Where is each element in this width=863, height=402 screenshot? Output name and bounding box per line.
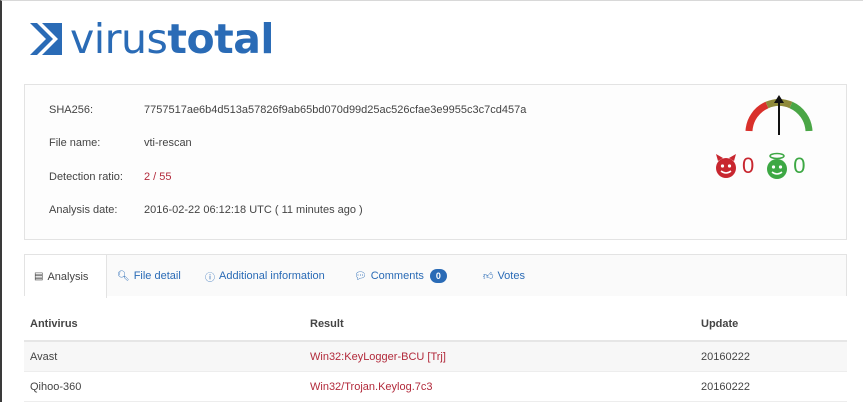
tab-additional-information-label: Additional information <box>219 270 325 282</box>
virustotal-logo[interactable]: virustotal <box>28 14 274 64</box>
tab-comments-label: Comments <box>370 270 424 282</box>
tabs-bar: ▤ Analysis 🔍︎ File detail ⓘ Additional i… <box>24 254 847 298</box>
table-row: Avast Win32:KeyLogger-BCU [Trj] 20160222 <box>24 342 847 372</box>
tab-analysis[interactable]: ▤ Analysis <box>25 255 107 298</box>
tab-comments[interactable]: 💬︎ Comments 0 <box>354 255 447 297</box>
comment-icon: 💬︎ <box>354 270 367 282</box>
antivirus-results-table: Antivirus Result Update Avast Win32:KeyL… <box>24 308 847 402</box>
comments-count-badge: 0 <box>429 269 447 283</box>
column-header-antivirus[interactable]: Antivirus <box>30 318 78 330</box>
file-name-value: vti-rescan <box>144 137 192 149</box>
column-header-update[interactable]: Update <box>701 318 738 330</box>
tab-file-detail-label: File detail <box>133 270 181 282</box>
angel-icon <box>767 152 788 179</box>
update-date: 20160222 <box>701 380 750 393</box>
detection-result: Win32:KeyLogger-BCU [Trj] <box>310 350 446 363</box>
sha256-label: SHA256: <box>49 104 94 116</box>
malicious-vote-count: 0 <box>742 153 755 178</box>
harmless-votes[interactable]: 0 <box>764 152 806 180</box>
logo-wordmark: virustotal <box>70 18 274 60</box>
analysis-date-value: 2016-02-22 06:12:18 UTC ( 11 minutes ago… <box>144 204 363 216</box>
sha256-row: SHA256: 7757517ae6b4d513a57826f9ab65bd07… <box>49 103 526 117</box>
table-row: Qihoo-360 Win32/Trojan.Keylog.7c3 201602… <box>24 372 847 402</box>
logo-text-virus: virus <box>70 14 168 63</box>
tab-additional-information[interactable]: ⓘ Additional information <box>205 255 325 297</box>
file-info-panel: SHA256: 7757517ae6b4d513a57826f9ab65bd07… <box>24 84 847 240</box>
community-score-gauge-icon <box>745 95 813 135</box>
devil-icon <box>716 154 736 178</box>
file-name-label: File name: <box>49 137 101 149</box>
antivirus-name: Qihoo-360 <box>30 380 82 393</box>
detection-ratio-value: 2 / 55 <box>144 171 172 183</box>
analysis-date-label: Analysis date: <box>49 204 118 216</box>
detection-ratio-label: Detection ratio: <box>49 171 123 183</box>
malicious-votes[interactable]: 0 <box>713 152 754 180</box>
harmless-vote-count: 0 <box>793 153 806 178</box>
analysis-date-row: Analysis date: 2016-02-22 06:12:18 UTC (… <box>49 203 363 217</box>
table-header: Antivirus Result Update <box>24 308 847 342</box>
antivirus-name: Avast <box>30 350 58 363</box>
column-header-result[interactable]: Result <box>310 318 344 330</box>
tab-file-detail[interactable]: 🔍︎ File detail <box>117 255 181 297</box>
info-icon: ⓘ <box>205 272 215 284</box>
detection-ratio-row: Detection ratio: 2 / 55 <box>49 170 172 184</box>
tab-votes[interactable]: 👍︎ Votes <box>483 255 525 297</box>
sha256-value: 7757517ae6b4d513a57826f9ab65bd070d99d25a… <box>144 104 527 116</box>
votes-summary: 0 0 <box>713 151 816 181</box>
update-date: 20160222 <box>701 350 750 363</box>
table-icon: ▤ <box>34 271 44 282</box>
virustotal-logo-icon <box>30 23 62 55</box>
search-icon: 🔍︎ <box>117 270 130 282</box>
file-name-row: File name: vti-rescan <box>49 136 192 150</box>
logo-text-total: total <box>167 14 274 63</box>
tab-analysis-label: Analysis <box>47 270 89 283</box>
thumbs-icon: 👍︎ <box>483 271 494 282</box>
detection-result: Win32/Trojan.Keylog.7c3 <box>310 380 433 393</box>
tab-votes-label: Votes <box>497 270 525 282</box>
